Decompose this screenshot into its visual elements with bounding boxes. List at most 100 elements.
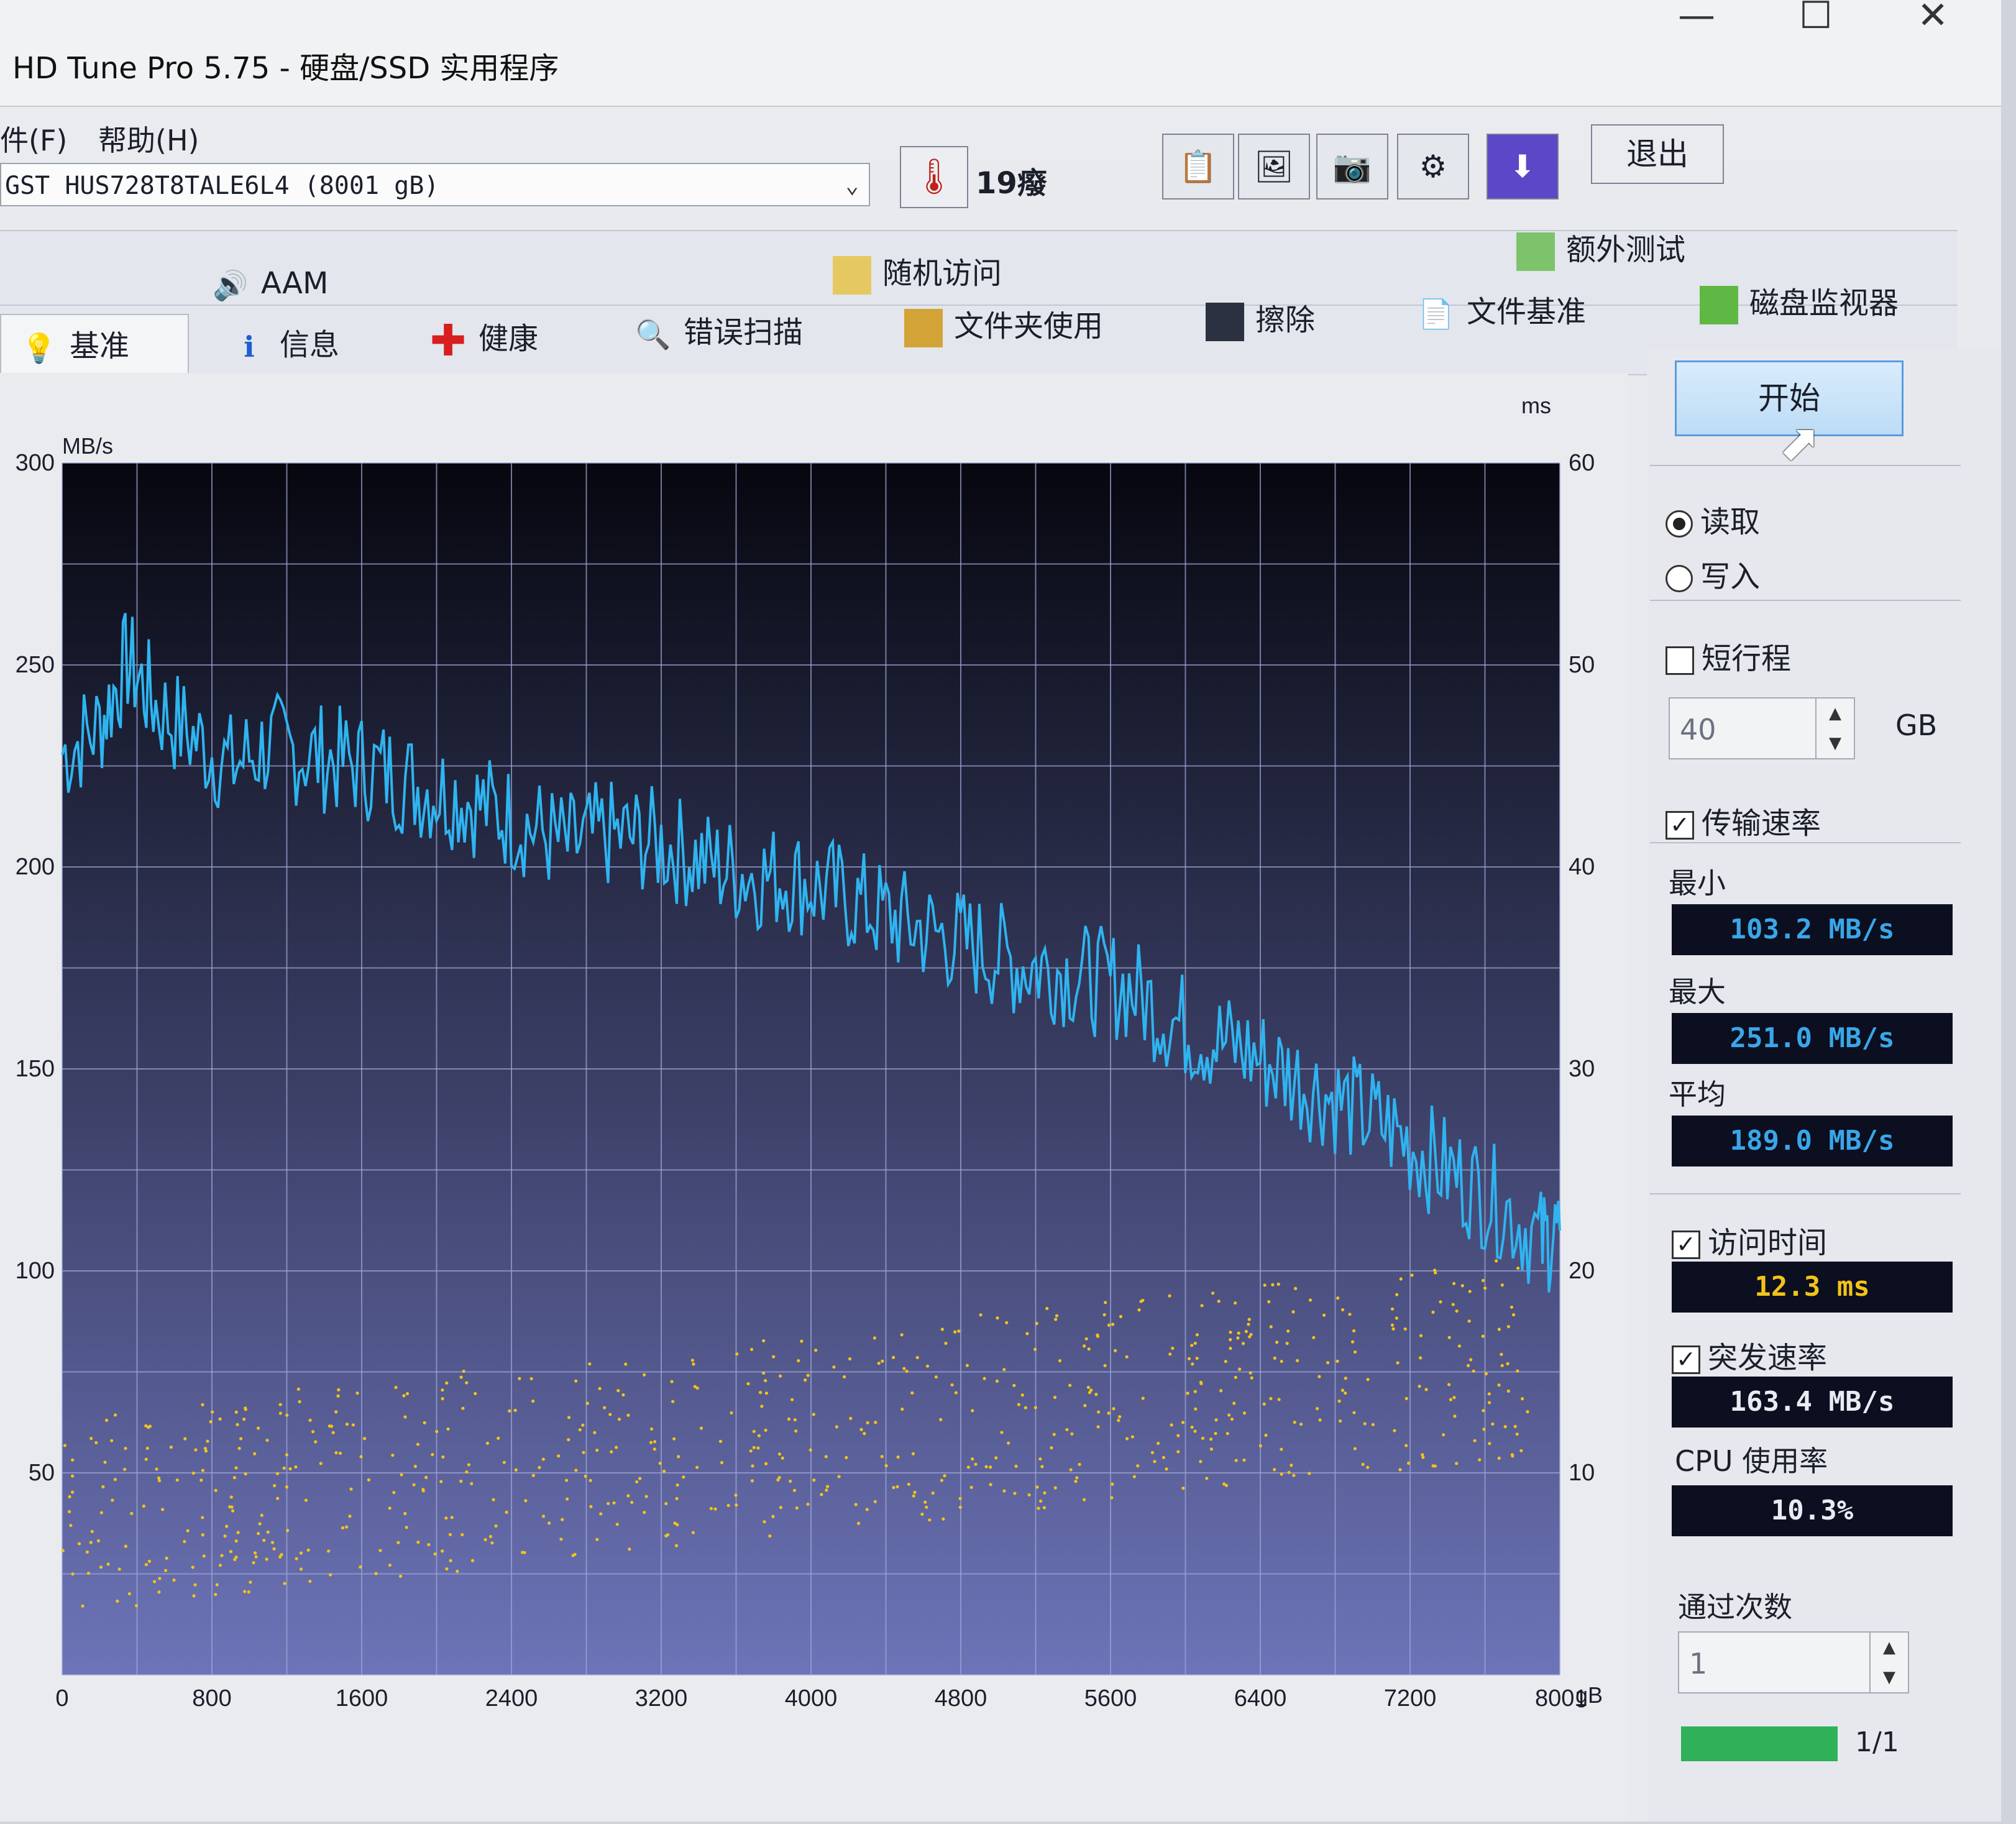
tab-aam[interactable]: 🔊 AAM xyxy=(211,266,328,305)
tab-file-benchmark[interactable]: 📄 文件基准 xyxy=(1417,287,1586,333)
access-time-point xyxy=(582,1450,585,1454)
access-time-point xyxy=(692,1362,695,1366)
access-time-point xyxy=(1273,1356,1276,1360)
minimize-icon[interactable]: — xyxy=(1678,0,1715,37)
access-time-point xyxy=(865,1508,869,1511)
access-time-point xyxy=(595,1448,599,1452)
tab-disk-monitor[interactable]: 磁盘监视器 xyxy=(1700,278,1899,324)
access-time-point xyxy=(1234,1459,1238,1462)
access-time-point xyxy=(907,1482,910,1486)
tab-folder-usage[interactable]: 文件夹使用 xyxy=(904,301,1103,347)
access-time-checkbox[interactable]: ✓ 访问时间 xyxy=(1672,1218,1827,1262)
access-time-point xyxy=(1393,1429,1396,1432)
access-time-point xyxy=(1168,1352,1172,1356)
access-time-readout: 12.3 ms xyxy=(1672,1262,1953,1313)
access-time-point xyxy=(1352,1411,1356,1414)
access-time-point xyxy=(441,1388,444,1392)
menu-help[interactable]: 帮助(H) xyxy=(98,118,199,159)
tab-benchmark[interactable]: 💡 基准 xyxy=(0,314,189,377)
access-time-point xyxy=(433,1552,437,1556)
access-time-point xyxy=(548,1521,551,1525)
access-time-point xyxy=(474,1391,477,1396)
access-time-point xyxy=(561,1518,564,1521)
access-time-point xyxy=(206,1439,209,1443)
tab-health[interactable]: ✚ 健康 xyxy=(429,314,538,362)
access-time-point xyxy=(1482,1409,1485,1413)
copy-image-button[interactable]: 🖼 xyxy=(1238,134,1310,199)
access-time-point xyxy=(1399,1277,1403,1281)
tab-erase[interactable]: 擦除 xyxy=(1206,295,1315,341)
access-time-point xyxy=(934,1375,938,1379)
access-time-point xyxy=(1139,1299,1143,1303)
access-time-point xyxy=(718,1439,723,1443)
options-button[interactable]: ⚙ xyxy=(1397,134,1469,199)
access-time-point xyxy=(762,1371,766,1375)
stepper-arrows-icon[interactable]: ▲ ▼ xyxy=(1815,699,1854,758)
access-time-point xyxy=(270,1541,275,1544)
access-time-point xyxy=(764,1462,768,1465)
access-time-point xyxy=(1244,1329,1248,1334)
write-radio[interactable]: 写入 xyxy=(1665,552,1760,595)
access-time-point xyxy=(1012,1383,1016,1387)
access-time-point xyxy=(1238,1367,1242,1371)
access-time-point xyxy=(1125,1355,1129,1359)
save-button[interactable]: ⬇ xyxy=(1487,134,1559,199)
access-time-point xyxy=(399,1574,403,1578)
copy-text-button[interactable]: 📋 xyxy=(1162,134,1234,199)
access-time-point xyxy=(772,1355,776,1359)
access-time-point xyxy=(750,1479,754,1483)
tab-extra-tests[interactable]: 额外测试 xyxy=(1516,225,1685,271)
access-time-point xyxy=(201,1533,204,1537)
access-time-point xyxy=(1497,1456,1501,1460)
access-time-point xyxy=(1087,1347,1091,1351)
passes-stepper[interactable]: 1 ▲ ▼ xyxy=(1678,1631,1909,1693)
read-radio[interactable]: 读取 xyxy=(1665,497,1760,541)
menu-file[interactable]: 件(F) xyxy=(0,118,67,159)
access-time-point xyxy=(676,1483,679,1487)
burst-rate-checkbox[interactable]: ✓ 突发速率 xyxy=(1672,1333,1827,1377)
access-time-point xyxy=(675,1496,679,1501)
tab-random-access[interactable]: 随机访问 xyxy=(833,249,1002,295)
access-time-point xyxy=(1013,1492,1017,1495)
access-time-point xyxy=(635,1480,639,1484)
access-time-point xyxy=(467,1463,471,1467)
short-stroke-stepper[interactable]: 40 ▲ ▼ xyxy=(1669,697,1855,759)
access-time-point xyxy=(485,1441,490,1445)
screenshot-button[interactable]: 📷 xyxy=(1316,134,1388,199)
checkmark-icon: ✓ xyxy=(1665,811,1694,840)
access-time-point xyxy=(1516,1369,1519,1373)
drive-select[interactable]: GST HUS728T8TALE6L4 (8001 gB) ⌄ xyxy=(0,163,870,206)
tab-info[interactable]: ℹ 信息 xyxy=(230,320,339,366)
access-time-point xyxy=(1168,1294,1171,1298)
x-tick-label: 800 xyxy=(192,1685,231,1712)
access-time-point xyxy=(709,1506,713,1511)
maximize-icon[interactable]: ☐ xyxy=(1799,0,1833,37)
access-time-point xyxy=(229,1495,233,1499)
access-time-point xyxy=(644,1495,648,1498)
access-time-point xyxy=(405,1391,410,1396)
access-time-point xyxy=(244,1472,247,1476)
access-time-point xyxy=(812,1413,815,1416)
x-unit-label: gB xyxy=(1575,1682,1603,1708)
access-time-point xyxy=(746,1382,750,1386)
access-time-point xyxy=(202,1554,206,1558)
access-time-point xyxy=(124,1446,127,1450)
title-bar: HD Tune Pro 5.75 - 硬盘/SSD 实用程序 — ☐ ✕ xyxy=(0,0,2001,107)
access-time-point xyxy=(505,1510,508,1514)
transfer-rate-checkbox[interactable]: ✓ 传输速率 xyxy=(1665,799,1821,842)
access-time-point xyxy=(1449,1398,1452,1401)
exit-button[interactable]: 退出 xyxy=(1591,124,1724,184)
short-stroke-checkbox[interactable]: 短行程 xyxy=(1665,634,1791,677)
access-time-point xyxy=(288,1467,292,1471)
cpu-usage-readout: 10.3% xyxy=(1672,1485,1953,1536)
access-time-point xyxy=(280,1552,283,1557)
access-time-point xyxy=(262,1538,266,1542)
access-time-point xyxy=(518,1377,521,1380)
transfer-rate-chart: 0 800 1600 2400 3200 4000 4800 5600 6400 7200 8001… xyxy=(16,393,1603,1712)
tab-error-scan-label: 错误扫描 xyxy=(684,315,804,350)
tab-error-scan[interactable]: 🔍 错误扫描 xyxy=(634,308,803,354)
access-time-point xyxy=(1038,1457,1042,1461)
access-time-point xyxy=(1318,1418,1322,1422)
close-icon[interactable]: ✕ xyxy=(1917,0,1948,37)
stepper-arrows-icon[interactable]: ▲ ▼ xyxy=(1869,1633,1908,1692)
